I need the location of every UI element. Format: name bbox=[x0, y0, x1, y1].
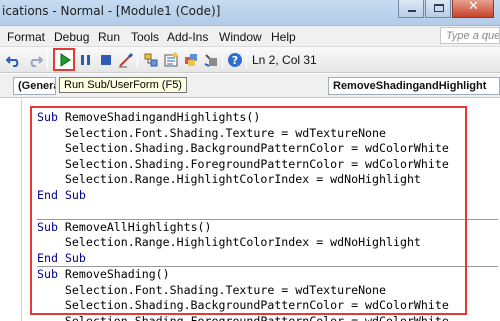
keyword: Sub bbox=[37, 267, 58, 281]
toolbar-separator bbox=[47, 51, 48, 69]
code-line[interactable]: Sub RemoveAllHighlights() bbox=[37, 220, 462, 236]
svg-text:?: ? bbox=[232, 54, 238, 67]
code-line[interactable]: End Sub bbox=[37, 188, 462, 204]
code-text-span: Selection.Shading.ForegroundPatternColor… bbox=[37, 156, 449, 171]
menu-run[interactable]: Run bbox=[98, 30, 120, 44]
menu-add-ins[interactable]: Add-Ins bbox=[167, 30, 208, 44]
code-line[interactable]: Selection.Font.Shading.Texture = wdTextu… bbox=[37, 126, 462, 142]
undo-icon[interactable] bbox=[6, 52, 22, 68]
ask-question-input[interactable]: Type a questi bbox=[440, 27, 500, 44]
close-icon: ✕ bbox=[468, 0, 479, 14]
code-text-span: Selection.Shading.BackgroundPatternColor… bbox=[37, 141, 449, 155]
procedure-dropdown-value: RemoveShadingandHighlight bbox=[333, 80, 487, 92]
code-text-span: Selection.Range.HighlightColorIndex = wd… bbox=[37, 235, 421, 249]
procedure-separator bbox=[37, 266, 498, 267]
object-dropdown[interactable]: (General) bbox=[13, 77, 56, 95]
properties-icon[interactable] bbox=[163, 52, 179, 68]
menu-bar: Format Debug Run Tools Add-Ins Window He… bbox=[0, 26, 500, 47]
code-line[interactable] bbox=[37, 203, 462, 219]
object-browser-icon[interactable] bbox=[183, 52, 199, 68]
object-dropdown-value: (General) bbox=[18, 80, 55, 92]
project-explorer-icon[interactable] bbox=[143, 52, 159, 68]
menu-debug[interactable]: Debug bbox=[54, 30, 89, 44]
keyword: Sub bbox=[37, 110, 58, 124]
close-button[interactable]: ✕ bbox=[452, 0, 494, 18]
window-title: ications - Normal - [Module1 (Code)] bbox=[2, 4, 221, 18]
minimize-button[interactable] bbox=[398, 0, 424, 18]
code-text-span: RemoveShading() bbox=[57, 267, 170, 281]
code-line[interactable]: End Sub bbox=[37, 251, 462, 267]
keyword: End Sub bbox=[37, 250, 86, 265]
code-line[interactable]: Selection.Shading.ForegroundPatternColor… bbox=[37, 157, 462, 173]
redo-icon[interactable] bbox=[27, 52, 43, 68]
code-line[interactable]: Sub RemoveShadingandHighlights() bbox=[37, 110, 462, 126]
code-line[interactable]: Selection.Shading.ForegroundPatternColor… bbox=[37, 314, 462, 321]
procedure-dropdown[interactable]: RemoveShadingandHighlight bbox=[328, 77, 500, 95]
margin-indicator-bar[interactable] bbox=[0, 99, 22, 321]
reset-icon[interactable] bbox=[98, 52, 114, 68]
standard-toolbar: ? Ln 2, Col 31 bbox=[0, 47, 500, 73]
code-line[interactable]: Selection.Shading.BackgroundPatternColor… bbox=[37, 141, 462, 157]
code-text-span: RemoveShadingandHighlights() bbox=[57, 110, 261, 124]
code-line[interactable]: Selection.Font.Shading.Texture = wdTextu… bbox=[37, 283, 462, 299]
design-mode-icon[interactable] bbox=[118, 52, 134, 68]
run-icon[interactable] bbox=[57, 52, 73, 68]
menu-tools[interactable]: Tools bbox=[131, 30, 159, 44]
code-text-span: Selection.Font.Shading.Texture = wdTextu… bbox=[37, 125, 387, 140]
cursor-position-status: Ln 2, Col 31 bbox=[252, 53, 317, 67]
code-text-span: RemoveAllHighlights() bbox=[57, 219, 212, 234]
code-line[interactable]: Selection.Shading.BackgroundPatternColor… bbox=[37, 298, 462, 314]
menu-window[interactable]: Window bbox=[219, 30, 262, 44]
toolbar-separator bbox=[137, 51, 138, 69]
break-icon[interactable] bbox=[78, 52, 94, 68]
keyword: Sub bbox=[37, 219, 58, 234]
help-icon[interactable]: ? bbox=[227, 52, 243, 68]
code-text-span: Selection.Font.Shading.Texture = wdTextu… bbox=[37, 282, 387, 297]
code-text[interactable]: Sub RemoveShadingandHighlights() Selecti… bbox=[37, 110, 498, 321]
code-line[interactable]: Selection.Range.HighlightColorIndex = wd… bbox=[37, 172, 462, 188]
menu-help[interactable]: Help bbox=[271, 30, 296, 44]
toolbar-separator bbox=[222, 51, 223, 69]
window-titlebar: ications - Normal - [Module1 (Code)] ✕ bbox=[0, 0, 500, 26]
code-text-span: Selection.Range.HighlightColorIndex = wd… bbox=[37, 172, 421, 186]
code-editor[interactable]: Sub RemoveShadingandHighlights() Selecti… bbox=[0, 99, 500, 321]
code-line[interactable]: Sub RemoveShading() bbox=[37, 267, 462, 283]
toolbox-icon[interactable] bbox=[203, 52, 219, 68]
keyword: End Sub bbox=[37, 187, 86, 202]
code-text-span: Selection.Shading.BackgroundPatternColor… bbox=[37, 298, 449, 312]
maximize-button[interactable] bbox=[425, 0, 451, 18]
code-text-span: Selection.Shading.ForegroundPatternColor… bbox=[37, 313, 449, 321]
window-controls: ✕ bbox=[397, 0, 494, 20]
procedure-separator bbox=[37, 218, 498, 220]
minimize-icon bbox=[408, 10, 416, 12]
code-line[interactable]: Selection.Range.HighlightColorIndex = wd… bbox=[37, 235, 462, 251]
toolbar-separator bbox=[246, 51, 247, 69]
maximize-icon bbox=[434, 4, 444, 12]
menu-format[interactable]: Format bbox=[7, 30, 45, 44]
run-tooltip: Run Sub/UserForm (F5) bbox=[59, 77, 187, 93]
